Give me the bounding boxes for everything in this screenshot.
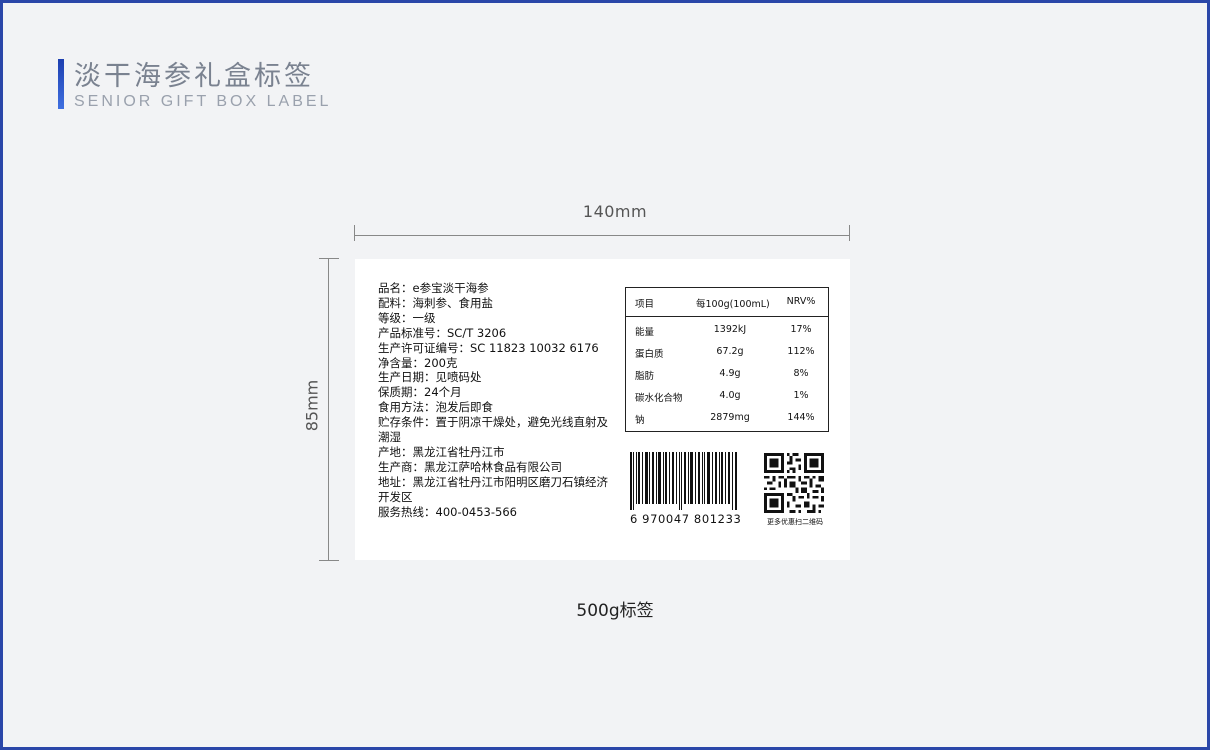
label-size-caption: 500g标签 <box>576 601 654 621</box>
nutrition-cell: 2879mg <box>710 412 750 423</box>
nutrition-cell: 脂肪 <box>635 371 655 382</box>
nutrition-cell: 112% <box>787 346 815 357</box>
info-line: 产地：黑龙江省牡丹江市 <box>378 444 505 459</box>
nutrition-cell: 蛋白质 <box>635 349 664 360</box>
info-line: 生产许可证编号：SC 11823 10032 6176 <box>378 340 599 355</box>
nutrition-header-item: 项目 <box>635 299 655 310</box>
info-line: 贮存条件：置于阴凉干燥处，避免光线直射及潮湿 <box>378 415 608 445</box>
height-dimension-line <box>318 258 342 561</box>
product-label: 品名：e参宝淡干海参 配料：海刺参、食用盐 等级：一级 产品标准号：SC/T 3… <box>355 259 850 560</box>
info-line: 品名：e参宝淡干海参 <box>378 281 489 295</box>
nutrition-cell: 4.9g <box>719 368 741 379</box>
nutrition-header-row: 项目 每100g(100mL) NRV% <box>626 288 828 317</box>
info-line: 生产日期：见喷码处 <box>378 370 482 385</box>
page-title: 淡干海参礼盒标签 <box>74 61 314 92</box>
nutrition-cell: 144% <box>787 412 815 423</box>
barcode-icon <box>630 452 737 510</box>
width-dimension-label: 140mm <box>582 202 648 221</box>
info-line: 等级：一级 <box>378 310 436 325</box>
nutrition-header-nrv: NRV% <box>786 296 816 307</box>
page-subtitle: SENIOR GIFT BOX LABEL <box>74 93 332 110</box>
nutrition-cell: 1392kJ <box>713 324 747 335</box>
info-line: 服务热线：400-0453-566 <box>378 504 517 519</box>
nutrition-cell: 67.2g <box>716 346 744 357</box>
info-line: 净含量：200克 <box>378 355 458 370</box>
qr-caption: 更多优惠扫二维码 <box>767 518 823 526</box>
nutrition-cell: 8% <box>793 368 809 379</box>
info-line: 产品标准号：SC/T 3206 <box>378 325 507 340</box>
nutrition-table: 项目 每100g(100mL) NRV% 能量 1392kJ 17% 蛋白质 6… <box>625 287 829 432</box>
nutrition-cell: 能量 <box>635 327 655 338</box>
product-info-block: 品名：e参宝淡干海参 配料：海刺参、食用盐 等级：一级 产品标准号：SC/T 3… <box>378 281 613 520</box>
barcode-number: 6 970047 801233 <box>630 512 742 526</box>
info-line: 食用方法：泡发后即食 <box>378 400 493 415</box>
info-line: 配料：海刺参、食用盐 <box>378 295 493 310</box>
info-line: 地址：黑龙江省牡丹江市阳明区磨刀石镇经济开发区 <box>378 474 608 504</box>
title-accent-bar <box>58 59 64 109</box>
nutrition-cell: 钠 <box>635 415 645 426</box>
info-line: 生产商：黑龙江萨哈林食品有限公司 <box>378 459 562 474</box>
nutrition-cell: 17% <box>790 324 812 335</box>
qr-code-icon <box>764 453 824 513</box>
nutrition-cell: 4.0g <box>719 390 741 401</box>
nutrition-header-per100g: 每100g(100mL) <box>696 299 770 310</box>
nutrition-cell: 1% <box>793 390 809 401</box>
nutrition-cell: 碳水化合物 <box>635 393 683 404</box>
info-line: 保质期：24个月 <box>378 385 462 400</box>
height-dimension-label: 85mm <box>302 379 322 432</box>
